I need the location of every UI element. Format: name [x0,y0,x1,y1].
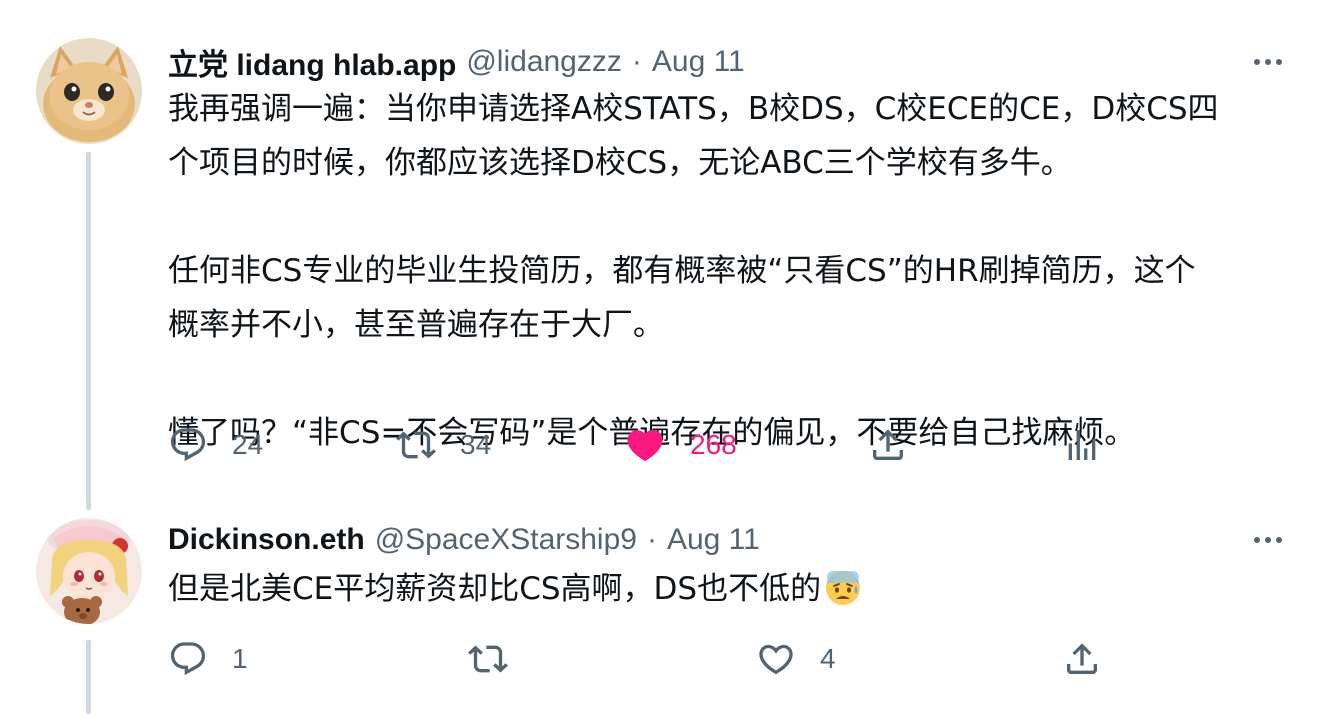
reply-count: 24 [232,429,264,460]
share-button[interactable] [1062,629,1102,689]
heart-filled-icon [627,430,663,462]
cat-avatar-icon [36,38,142,144]
reply-icon [170,428,206,462]
heart-icon [759,644,793,675]
share-button[interactable] [868,415,908,475]
retweet-button[interactable]: 34 [396,415,491,475]
more-dot-icon [1276,537,1282,543]
anime-girl-avatar-icon [36,518,142,624]
tweet[interactable]: Dickinson.eth @SpaceXStarship9 · Aug 11 … [0,510,1330,714]
retweet-icon [468,645,508,673]
more-dot-icon [1265,59,1271,65]
retweet-count: 34 [460,429,492,460]
like-button[interactable]: 268 [624,415,737,475]
like-button[interactable]: 4 [756,629,836,689]
display-name[interactable]: 立党 lidang hlab.app [168,40,456,84]
more-dot-icon [1254,537,1260,543]
handle[interactable]: @lidangzzz [466,45,622,79]
retweet-icon [396,431,436,459]
retweet-button[interactable] [468,629,508,689]
tweet-text-container: 但是北美CE平均薪资却比CS高啊，DS也不低的 [168,562,1278,616]
tweet-text: 但是北美CE平均薪资却比CS高啊，DS也不低的 [168,571,822,607]
like-count: 268 [690,429,737,460]
more-dot-icon [1276,59,1282,65]
reply-icon [170,642,206,676]
tweet[interactable]: 立党 lidang hlab.app @lidangzzz · Aug 11 我… [0,0,1330,510]
tweet-header: Dickinson.eth @SpaceXStarship9 · Aug 11 [168,518,760,562]
more-dot-icon [1265,537,1271,543]
share-icon [1067,643,1097,674]
anxious-face-with-sweat-icon [826,571,861,605]
more-options-button[interactable] [1246,518,1290,562]
separator-dot: · [646,523,657,556]
separator-dot: · [631,45,642,78]
avatar[interactable] [36,518,142,624]
tweet-date[interactable]: Aug 11 [667,523,760,557]
like-count: 4 [820,643,836,674]
reply-button[interactable]: 24 [168,415,263,475]
tweet-header: 立党 lidang hlab.app @lidangzzz · Aug 11 [168,40,745,84]
analytics-button[interactable] [1062,415,1102,475]
display-name[interactable]: Dickinson.eth [168,523,365,557]
analytics-icon [1068,430,1096,460]
more-options-button[interactable] [1246,40,1290,84]
more-dot-icon [1254,59,1260,65]
tweet-date[interactable]: Aug 11 [652,45,745,79]
avatar[interactable] [36,38,142,144]
share-icon [873,429,903,460]
reply-count: 1 [232,643,248,674]
tweet-actions: 1 4 [0,629,1330,689]
tweet-actions: 24 34 268 [0,415,1330,475]
tweet-text: 我再强调一遍：当你申请选择A校STATS，B校DS，C校ECE的CE，D校CS四… [168,91,1219,451]
handle[interactable]: @SpaceXStarship9 [375,523,637,557]
reply-button[interactable]: 1 [168,629,248,689]
